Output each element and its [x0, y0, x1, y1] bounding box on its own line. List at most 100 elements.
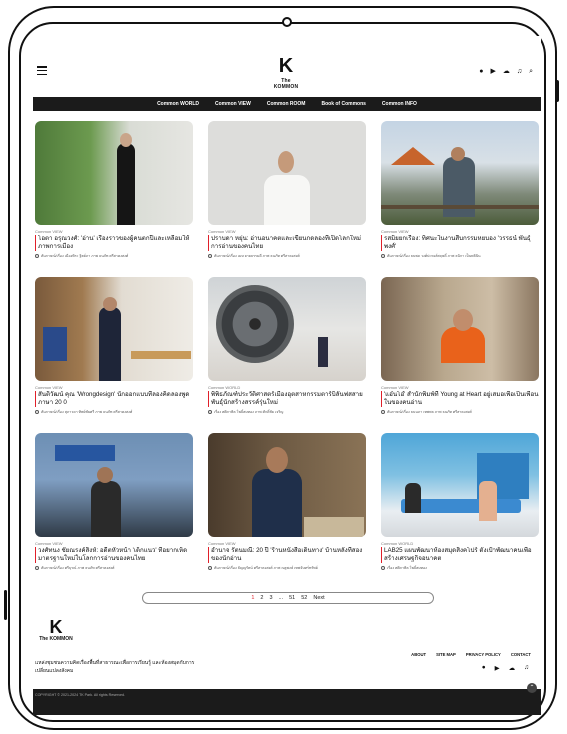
- page-current[interactable]: 1: [251, 595, 254, 601]
- article-thumbnail[interactable]: [381, 277, 539, 381]
- volume-button: [4, 590, 7, 620]
- article-category: Common VIEW: [381, 385, 409, 390]
- site-footer: K The KOMMON แหล่งชุมชนความคิดเรื่องพื้น…: [33, 614, 541, 689]
- article-title[interactable]: โอตา อรุณวงศ์: 'อ่าน' เรื่องราวของผู้คนต…: [35, 235, 193, 251]
- page-link[interactable]: 52: [301, 595, 307, 601]
- author-icon: [35, 253, 39, 258]
- article-thumbnail[interactable]: [35, 121, 193, 225]
- podcast-icon[interactable]: ☁: [503, 68, 510, 75]
- article-category: Common VIEW: [35, 385, 63, 390]
- nav-common-room[interactable]: Common ROOM: [267, 101, 306, 107]
- article-meta: สัมภาษณ์/เรื่อง ธนนภา เทพพล ภาพ ธนภัท ศร…: [381, 409, 539, 415]
- author-icon: [35, 409, 39, 414]
- footer-logo-text: The KOMMON: [39, 636, 73, 642]
- article-meta: เรื่อง ศศิภาพิล โพธิ์สมทอง: [381, 565, 539, 571]
- header-icons: ● ▶ ☁ ♫ ⌕: [479, 68, 533, 75]
- author-icon: [208, 565, 212, 570]
- footer-link-privacy-policy[interactable]: PRIVACY POLICY: [466, 652, 501, 657]
- article-card[interactable]: Common WORLD พิพิธภัณฑ์ประวัติศาสตร์เมือ…: [208, 277, 366, 415]
- logo-text: The KOMMON: [273, 78, 299, 90]
- facebook-icon[interactable]: ●: [479, 68, 483, 75]
- article-title[interactable]: LAB25 แผนพัฒนาห้องสมุดสิงคโปร์ ตั้งเป้าพ…: [381, 547, 539, 563]
- footer-logo[interactable]: K The KOMMON: [39, 618, 73, 650]
- article-card[interactable]: Common VIEW อำนาจ รัตนมณี: 20 ปี 'ร้านหน…: [208, 433, 366, 571]
- main-nav: Common WORLD Common VIEW Common ROOM Boo…: [33, 97, 541, 111]
- article-card[interactable]: Common VIEW 'แอ๋นโอ๋' สำนักพิมพ์ที่ Youn…: [381, 277, 539, 415]
- page-ellipsis: ...: [278, 595, 284, 601]
- article-card[interactable]: Common VIEW รสมิยยกเรื่อง: ทิศนะในงานสืบ…: [381, 121, 539, 259]
- article-thumbnail[interactable]: [208, 433, 366, 537]
- article-card[interactable]: Common WORLD LAB25 แผนพัฒนาห้องสมุดสิงคโ…: [381, 433, 539, 571]
- article-thumbnail[interactable]: [208, 121, 366, 225]
- next-page-link[interactable]: Next: [313, 595, 324, 601]
- article-card[interactable]: Common VIEW สันติวัฒน์ คุณ 'Wrongdesign'…: [35, 277, 193, 415]
- camera-icon: [282, 17, 292, 27]
- browser-screen: K The KOMMON ● ▶ ☁ ♫ ⌕ Common WORLD Comm…: [33, 36, 541, 715]
- article-category: Common WORLD: [381, 541, 414, 546]
- author-icon: [381, 565, 385, 570]
- page-link[interactable]: 3: [269, 595, 272, 601]
- article-category: Common VIEW: [35, 541, 63, 546]
- author-icon: [381, 409, 385, 414]
- hamburger-menu-icon[interactable]: [37, 66, 47, 75]
- article-meta: สัมภาษณ์/เรื่อง ธัญญรัตน์ ศรีสาคงสงศ์ ภา…: [208, 565, 366, 571]
- youtube-icon[interactable]: ▶: [495, 664, 500, 672]
- author-icon: [381, 253, 385, 258]
- power-button: [555, 80, 559, 102]
- article-title[interactable]: สันติวัฒน์ คุณ 'Wrongdesign' นักออกแบบที…: [35, 391, 193, 407]
- youtube-icon[interactable]: ▶: [490, 68, 495, 75]
- article-thumbnail[interactable]: [35, 277, 193, 381]
- article-category: Common WORLD: [208, 385, 241, 390]
- search-icon[interactable]: ⌕: [529, 68, 533, 75]
- copyright-text: COPYRIGHT © 2021-2024 TK Park. All right…: [35, 693, 125, 697]
- facebook-icon[interactable]: ●: [482, 664, 486, 672]
- article-title[interactable]: 'แอ๋นโอ๋' สำนักพิมพ์ที่ Young at Heart อ…: [381, 391, 539, 407]
- article-card[interactable]: Common VIEW ปราบดา หยุ่น: อ่านอนาคตและเข…: [208, 121, 366, 259]
- footer-link-site-map[interactable]: SITE MAP: [436, 652, 456, 657]
- spotify-icon[interactable]: ♫: [517, 68, 522, 75]
- article-thumbnail[interactable]: [381, 433, 539, 537]
- author-icon: [35, 565, 39, 570]
- site-logo[interactable]: K The KOMMON: [269, 56, 303, 92]
- podcast-icon[interactable]: ☁: [509, 664, 516, 672]
- footer-links: ABOUT SITE MAP PRIVACY POLICY CONTACT: [411, 652, 531, 657]
- footer-tagline: แหล่งชุมชนความคิดเรื่องพื้นที่สาธารณะเพื…: [35, 660, 195, 674]
- article-title[interactable]: อำนาจ รัตนมณี: 20 ปี 'ร้านหนังสือเดินทาง…: [208, 547, 366, 563]
- copyright-bar: COPYRIGHT © 2021-2024 TK Park. All right…: [33, 689, 541, 715]
- article-meta: สัมภาษณ์/เรื่อง เมษ ยายธรรมดี ภาพ ธนภัท …: [208, 253, 366, 259]
- nav-common-info[interactable]: Common INFO: [382, 101, 417, 107]
- page-link[interactable]: 51: [289, 595, 295, 601]
- page-link[interactable]: 2: [260, 595, 263, 601]
- back-to-top-icon[interactable]: ⌃: [527, 683, 537, 693]
- article-meta: สัมภาษณ์/เรื่อง ศรีบุรณ์ ภาพ ธนภัท ศรีสา…: [35, 565, 193, 571]
- footer-link-about[interactable]: ABOUT: [411, 652, 426, 657]
- article-category: Common VIEW: [208, 229, 236, 234]
- article-thumbnail[interactable]: [381, 121, 539, 225]
- article-thumbnail[interactable]: [208, 277, 366, 381]
- article-meta: เรื่อง ศศิภาพิล โพธิ์สมทอง ภาพ ศักดิ์ชัย…: [208, 409, 366, 415]
- nav-common-view[interactable]: Common VIEW: [215, 101, 251, 107]
- article-card[interactable]: Common VIEW โอตา อรุณวงศ์: 'อ่าน' เรื่อง…: [35, 121, 193, 259]
- site-header: K The KOMMON ● ▶ ☁ ♫ ⌕: [33, 36, 541, 97]
- article-meta: สัมภาษณ์/เรื่อง สุภาวดา ทิพย์ชัยศรี ภาพ …: [35, 409, 193, 415]
- nav-book-of-commons[interactable]: Book of Commons: [321, 101, 365, 107]
- article-meta: สัมภาษณ์/เรื่อง ธนพล วงศ์ปะหงส์สฤษดิ์ ภา…: [381, 253, 539, 259]
- article-card[interactable]: Common VIEW วงศ์ทนง ชัยณรงค์สิงห์: อดีตห…: [35, 433, 193, 571]
- article-meta: สัมภาษณ์/เรื่อง เมืองพิระ ฐิตย์ภา ภาพ ธน…: [35, 253, 193, 259]
- nav-common-world[interactable]: Common WORLD: [157, 101, 199, 107]
- article-category: Common VIEW: [381, 229, 409, 234]
- article-title[interactable]: ปราบดา หยุ่น: อ่านอนาคตและเขียนกดลองที่เ…: [208, 235, 366, 251]
- footer-link-contact[interactable]: CONTACT: [511, 652, 531, 657]
- article-title[interactable]: พิพิธภัณฑ์ประวัติศาสตร์เมืองอุตสาหกรรมตา…: [208, 391, 366, 407]
- pagination: 1 2 3 ... 51 52 Next: [142, 592, 434, 604]
- storefront-sign: [55, 445, 115, 461]
- footer-logo-mark: K: [49, 617, 63, 637]
- author-icon: [208, 409, 212, 414]
- article-title[interactable]: วงศ์ทนง ชัยณรงค์สิงห์: อดีตหัวหน้า 'เด็ก…: [35, 547, 193, 563]
- author-icon: [208, 253, 212, 258]
- article-thumbnail[interactable]: [35, 433, 193, 537]
- article-category: Common VIEW: [35, 229, 63, 234]
- article-title[interactable]: รสมิยยกเรื่อง: ทิศนะในงานสืบกรรมหยบอง 'ว…: [381, 235, 539, 251]
- article-category: Common VIEW: [208, 541, 236, 546]
- spotify-icon[interactable]: ♫: [524, 664, 529, 672]
